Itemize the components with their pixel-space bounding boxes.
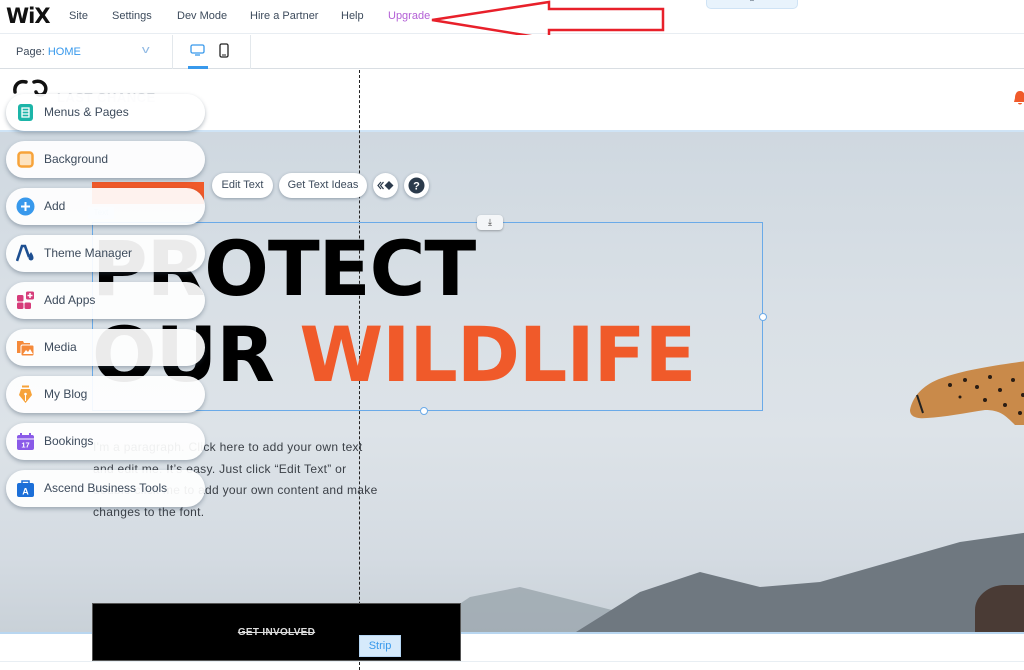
- panel-menus-pages[interactable]: Menus & Pages: [6, 94, 205, 131]
- panel-add[interactable]: Add: [6, 188, 205, 225]
- panel-label: Add Apps: [44, 293, 96, 307]
- menus-pages-icon: [18, 104, 33, 121]
- animation-button[interactable]: [373, 173, 398, 198]
- media-icon: [17, 341, 35, 357]
- collapse-topbar-button[interactable]: ⌃: [706, 0, 798, 9]
- download-icon[interactable]: ⤓: [477, 215, 503, 230]
- svg-text:A: A: [22, 487, 29, 497]
- bookings-icon: 17: [17, 433, 34, 450]
- strip-tag[interactable]: Strip: [359, 635, 401, 657]
- menu-settings[interactable]: Settings: [112, 10, 152, 22]
- panel-label: Theme Manager: [44, 246, 133, 260]
- panel-label: Media: [44, 340, 77, 354]
- get-text-ideas-button[interactable]: Get Text Ideas: [279, 173, 367, 198]
- chevron-down-icon[interactable]: v: [142, 44, 150, 56]
- svg-text:17: 17: [21, 441, 29, 450]
- menu-site[interactable]: Site: [69, 10, 88, 22]
- panel-label: Bookings: [44, 434, 94, 448]
- animation-icon: [377, 181, 394, 190]
- page-selector-prefix: Page:: [16, 46, 45, 58]
- page-selector-value: HOME: [47, 46, 81, 58]
- panel-label: Background: [44, 152, 109, 166]
- panel-media[interactable]: Media: [6, 329, 205, 366]
- cheetah-image: [910, 361, 1024, 425]
- wix-editor: WiX Site Settings Dev Mode Hire a Partne…: [0, 0, 1024, 670]
- divider: [0, 661, 1024, 662]
- help-icon: ?: [408, 177, 425, 194]
- panel-label: Add: [44, 199, 66, 213]
- get-involved-label: GET INVOLVED: [237, 627, 316, 638]
- panel-my-blog[interactable]: My Blog: [6, 376, 205, 413]
- blog-icon: [19, 385, 32, 403]
- page-toolbar: Page: HOME v: [0, 35, 1024, 69]
- wix-logo[interactable]: WiX: [6, 4, 51, 28]
- mobile-icon[interactable]: [219, 43, 229, 58]
- mountain-image: [576, 532, 1024, 632]
- edit-text-button[interactable]: Edit Text: [212, 173, 273, 198]
- panel-ascend-business-tools[interactable]: A Ascend Business Tools: [6, 470, 205, 507]
- resize-handle-right[interactable]: [759, 313, 767, 321]
- menu-help[interactable]: Help: [341, 10, 364, 22]
- menu-hire-partner[interactable]: Hire a Partner: [250, 10, 318, 22]
- desktop-icon[interactable]: [190, 44, 205, 56]
- divider: [250, 35, 251, 69]
- add-apps-icon: [17, 291, 34, 309]
- active-view-indicator: [188, 66, 208, 69]
- svg-text:?: ?: [413, 181, 420, 193]
- panel-background[interactable]: Background: [6, 141, 205, 178]
- menu-upgrade[interactable]: Upgrade: [388, 10, 430, 22]
- background-icon: [17, 151, 34, 168]
- ascend-icon: A: [17, 480, 34, 497]
- panel-label: Menus & Pages: [44, 105, 129, 119]
- bell-icon[interactable]: [1013, 90, 1024, 106]
- divider: [172, 35, 173, 69]
- resize-handle-bottom[interactable]: [420, 407, 428, 415]
- help-button[interactable]: ?: [404, 173, 429, 198]
- panel-label: My Blog: [44, 387, 88, 401]
- panel-bookings[interactable]: 17 Bookings: [6, 423, 205, 460]
- panel-add-apps[interactable]: Add Apps: [6, 282, 205, 319]
- rock-image: [975, 585, 1024, 635]
- add-icon: [16, 197, 35, 216]
- page-selector[interactable]: Page: HOME: [16, 46, 81, 58]
- panel-label: Ascend Business Tools: [44, 481, 168, 495]
- panel-theme-manager[interactable]: Theme Manager: [6, 235, 205, 272]
- theme-manager-icon: [16, 244, 34, 262]
- menu-dev-mode[interactable]: Dev Mode: [177, 10, 227, 22]
